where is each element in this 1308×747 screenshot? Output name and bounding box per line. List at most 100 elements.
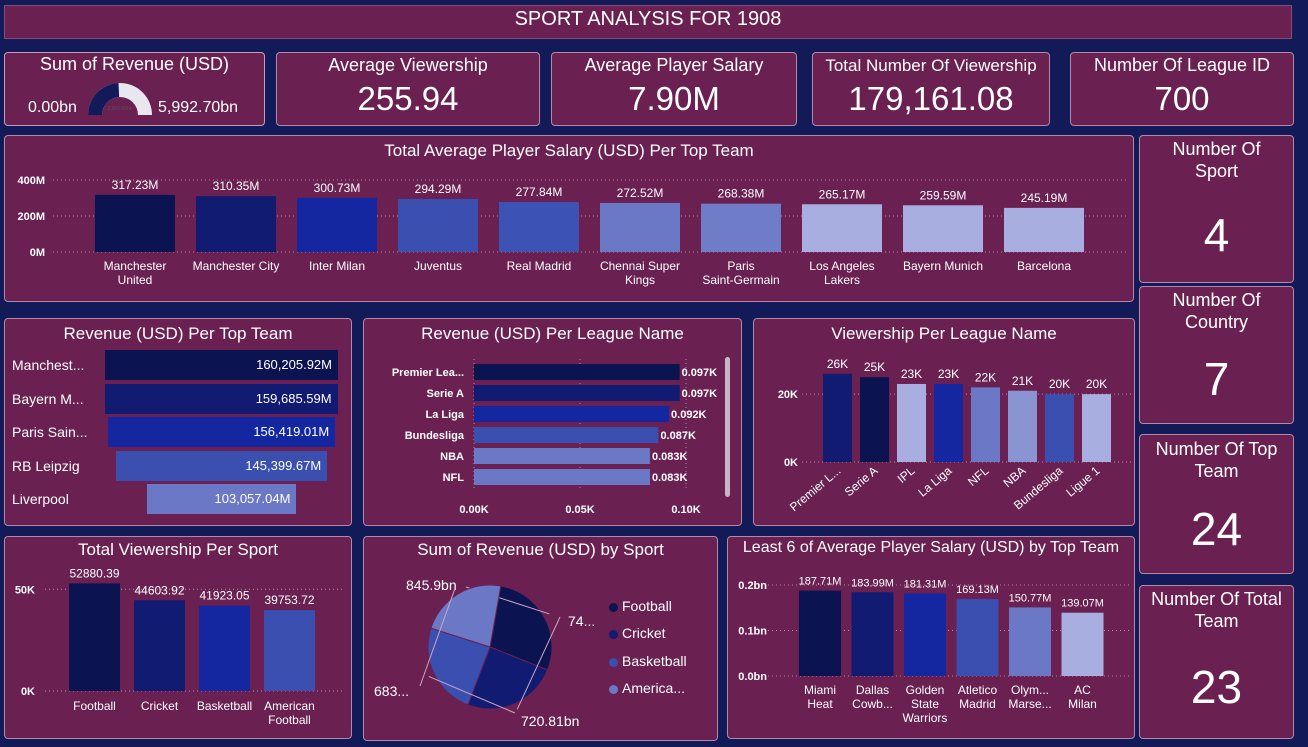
data-label: 0.097K [682, 367, 718, 379]
viewership-league-chart[interactable]: Viewership Per League Name 20K 0K 26K Premi… [753, 318, 1135, 526]
x-tick-label: Lakers [824, 273, 860, 287]
kpi-viewership-card[interactable]: Average Viewership 255.94 [276, 52, 540, 126]
bar-bundesliga[interactable] [474, 427, 659, 443]
bar-bundesliga[interactable] [1045, 394, 1074, 462]
kpi-total-viewership-card[interactable]: Total Number Of Viewership 179,161.08 [812, 52, 1050, 126]
bar-cricket[interactable] [134, 600, 185, 691]
legend-football-label: Football [622, 598, 672, 614]
data-label: 187.71M [799, 576, 842, 588]
side-total-team-value: 23 [1190, 661, 1243, 713]
bar-manchest[interactable]: 160,205.92M [105, 350, 338, 380]
bar-serie-a[interactable] [474, 385, 680, 401]
x-tick-label: Juventus [414, 259, 462, 273]
side-sport-label: Number Of Sport [1172, 139, 1261, 181]
kpi-salary-card[interactable]: Average Player Salary 7.90M [551, 52, 797, 126]
x-tick-label: Bayern Munich [903, 259, 983, 273]
data-label: 74... [568, 613, 595, 629]
kpi-league-card[interactable]: Number Of League ID 700 [1070, 52, 1294, 126]
bar-ligue-1[interactable] [1082, 394, 1111, 462]
bar-bayern-m[interactable]: 159,685.59M [105, 383, 338, 414]
x-tick-label: Cricket [141, 699, 179, 713]
bar-atletico-madrid[interactable] [956, 599, 999, 676]
data-label: 317.23M [112, 178, 159, 192]
bar-juventus[interactable] [398, 199, 478, 252]
revenue-top-team-chart[interactable]: Revenue (USD) Per Top Team Manchest... 16… [4, 318, 352, 526]
legend-cricket-label: Cricket [622, 625, 666, 641]
x-tick-label: Dallas [856, 683, 889, 697]
data-label: 21K [1012, 374, 1033, 388]
side-card-sport[interactable]: Number Of Sport 4 [1139, 135, 1294, 283]
bar-football[interactable] [69, 583, 120, 691]
data-label: 169.13M [956, 584, 999, 596]
side-card-top-team[interactable]: Number Of Top Team 24 [1139, 434, 1294, 574]
bar-inter-milan[interactable] [297, 197, 377, 252]
bar-premier-lea[interactable] [474, 364, 680, 380]
legend-cricket[interactable]: Cricket [609, 625, 666, 641]
y-tick-label: Premier Lea... [392, 367, 464, 379]
least-salary-chart[interactable]: Least 6 of Average Player Salary (USD) b… [727, 536, 1135, 739]
bar-basketball[interactable] [199, 605, 250, 691]
viewership-sport-chart[interactable]: Total Viewership Per Sport 50K 0K 52880.39… [4, 536, 352, 739]
bar-nfl[interactable] [971, 387, 1000, 462]
revenue-league-scrollbar[interactable] [725, 357, 730, 497]
least-salary-plot: 0.2bn 0.1bn 0.0bn 187.71M MiamiHeat 183.99M Da… [738, 576, 1130, 725]
bar-bayern-munich[interactable] [903, 205, 983, 252]
bar-paris-saint-germain[interactable] [701, 203, 781, 252]
bar-rb-leipzig[interactable]: 145,399.67M [115, 450, 328, 481]
data-label: 259.59M [920, 188, 967, 202]
y-tick-label: Bundesliga [405, 430, 465, 442]
gauge-center-label: 2,906.00bn [107, 106, 132, 112]
x-tick-label: Milan [1068, 697, 1097, 711]
bar-manchester-city[interactable] [196, 196, 276, 252]
bar-la-liga[interactable] [934, 383, 963, 462]
bar-dallas-cowb[interactable] [851, 592, 894, 676]
bar-miami-heat[interactable] [799, 590, 841, 676]
bar-ipl[interactable] [897, 383, 926, 462]
side-country-value: 7 [1203, 353, 1230, 405]
bar-nba[interactable] [474, 448, 650, 464]
bar-nfl[interactable] [474, 469, 650, 485]
data-label: 268.38M [718, 187, 765, 201]
revenue-sport-chart[interactable]: Sum of Revenue (USD) by Sport 845.9bn 74.… [363, 536, 718, 741]
bar-liverpool[interactable]: 103,057.04M [146, 484, 297, 514]
legend-basketball-label: Basketball [622, 653, 687, 669]
bar-barcelona[interactable] [1004, 207, 1084, 252]
bar-real-madrid[interactable] [499, 201, 579, 252]
bar-chennai-super-kings[interactable] [600, 202, 680, 252]
data-label: 0.083K [652, 451, 688, 463]
legend-basketball[interactable]: Basketball [609, 653, 687, 669]
bar-premier-l[interactable] [823, 373, 852, 462]
bar-ac-milan[interactable] [1061, 612, 1104, 676]
bar-olym-marse[interactable] [1009, 607, 1051, 676]
y-tick-label: 0.2bn [738, 580, 767, 592]
bar-paris-sain[interactable]: 156,419.01M [107, 417, 336, 447]
x-tick-label: State [911, 697, 939, 711]
legend-american-football[interactable]: America... [609, 680, 685, 696]
kpi-revenue-card[interactable]: Sum of Revenue (USD) 0.00bn 5,992.70bn 2… [4, 52, 265, 126]
x-tick-label: Basketball [197, 699, 252, 713]
side-card-country[interactable]: Number Of Country 7 [1139, 286, 1294, 424]
legend-cricket-dot [609, 629, 618, 639]
bar-golden-state-warriors[interactable] [904, 593, 946, 676]
salary-top-team-chart[interactable]: Total Average Player Salary (USD) Per To… [4, 135, 1134, 302]
x-tick-label: Atletico [958, 683, 998, 697]
bar-american-football[interactable] [264, 610, 315, 691]
side-card-total-team[interactable]: Number Of Total Team 23 [1139, 585, 1294, 739]
x-tick-label: IPL [895, 463, 918, 486]
revenue-league-chart[interactable]: Revenue (USD) Per League Name 0.00K 0.05K… [363, 318, 742, 526]
y-tick-label: Manchest... [12, 357, 85, 373]
legend-football[interactable]: Football [609, 598, 672, 614]
y-tick-label: 0K [784, 457, 798, 469]
bar-los-angeles-lakers[interactable] [802, 204, 882, 252]
y-tick-label: 0K [21, 686, 35, 698]
bar-la-liga[interactable] [474, 406, 670, 422]
kpi-salary-value: 7.90M [628, 80, 720, 117]
data-label: 265.17M [819, 187, 866, 201]
bar-manchester-united[interactable] [95, 194, 175, 252]
data-label: 22K [975, 370, 996, 384]
x-tick-label: Manchester City [193, 259, 280, 273]
x-tick-label: Football [73, 699, 116, 713]
data-label: 181.31M [904, 579, 947, 591]
bar-nba[interactable] [1008, 390, 1037, 462]
bar-serie-a[interactable] [860, 377, 889, 462]
